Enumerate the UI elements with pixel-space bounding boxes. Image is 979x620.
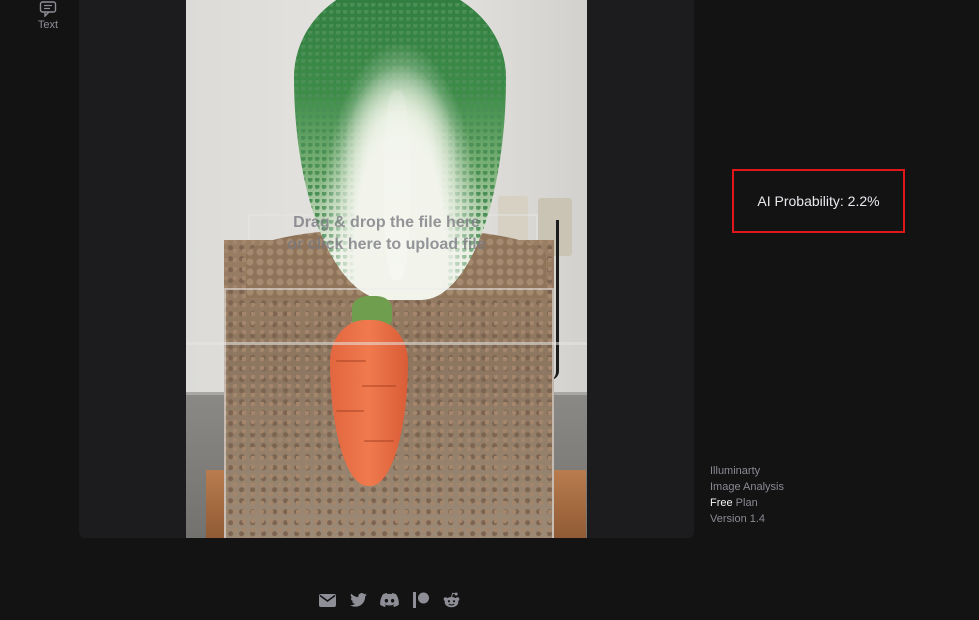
plan-suffix: Plan <box>732 497 758 509</box>
sidebar-item-label: Text <box>37 19 59 31</box>
plan-name: Free <box>710 497 733 509</box>
ai-probability-label: AI Probability: 2.2% <box>757 193 880 209</box>
sidebar-item-text[interactable]: Text <box>28 0 68 34</box>
patreon-icon[interactable] <box>411 591 430 609</box>
version-label: Version 1.4 <box>710 513 766 525</box>
reddit-icon[interactable] <box>442 591 461 609</box>
email-icon[interactable] <box>318 591 337 609</box>
plan-line: Free Plan <box>710 495 784 511</box>
uploaded-image-dropzone[interactable]: Drag & drop the file here or click here … <box>186 0 587 538</box>
app-info: Illuminarty Image Analysis Free Plan Ver… <box>710 463 784 527</box>
app-name: Illuminarty <box>710 465 761 477</box>
product-name: Image Analysis <box>710 481 784 493</box>
footer-social-links <box>318 591 461 609</box>
message-square-text-icon <box>39 1 57 17</box>
discord-icon[interactable] <box>380 591 399 609</box>
twitter-icon[interactable] <box>349 591 368 609</box>
ai-probability-result: AI Probability: 2.2% <box>732 169 905 233</box>
